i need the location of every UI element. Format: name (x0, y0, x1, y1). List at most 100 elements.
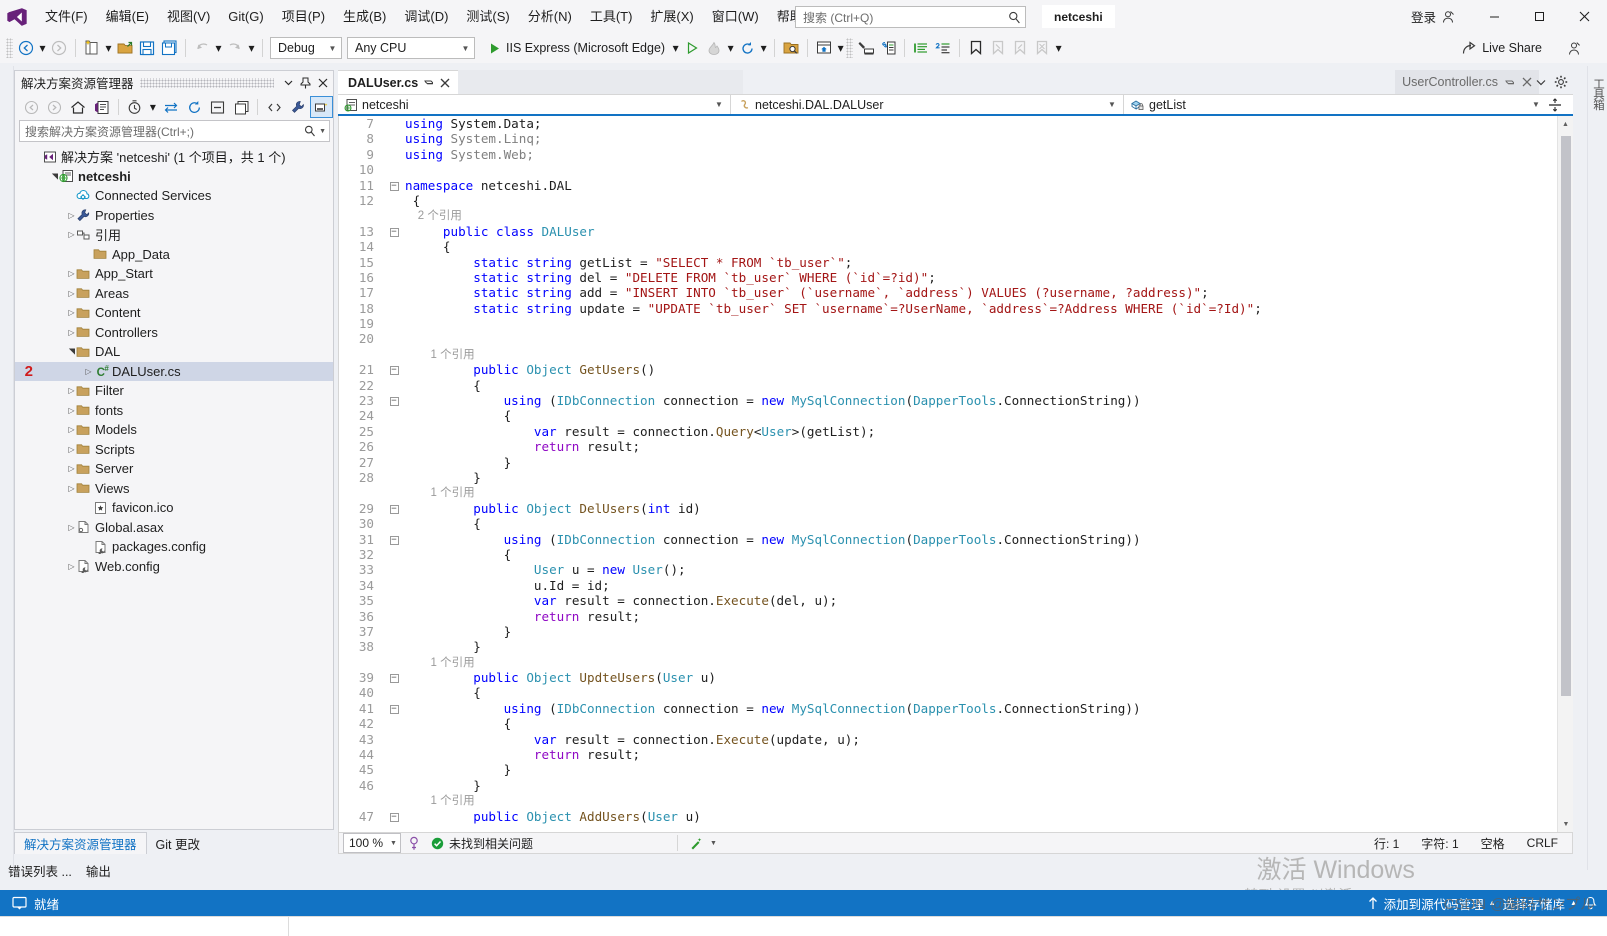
close-button[interactable] (1562, 0, 1607, 33)
code-line[interactable]: 10 (339, 162, 1557, 177)
expand-collapse-closed-icon[interactable]: ▷ (67, 269, 76, 278)
open-file-icon[interactable] (114, 36, 136, 60)
expand-collapse-closed-icon[interactable]: ▷ (67, 386, 76, 395)
code-line[interactable]: 18 static string update = "UPDATE `tb_us… (339, 301, 1557, 316)
code-map-icon[interactable] (407, 836, 421, 851)
code-line[interactable]: 29− public Object DelUsers(int id) (339, 501, 1557, 516)
nav-project-select[interactable]: netceshi ▼ (338, 95, 731, 114)
toolbar-grip-2[interactable] (846, 38, 854, 58)
tab-list-caret-icon[interactable] (1532, 72, 1549, 92)
expand-collapse-open-icon[interactable]: ◢ (50, 172, 59, 181)
expand-collapse-closed-icon[interactable]: ▷ (67, 484, 76, 493)
close-tab-icon[interactable] (1522, 77, 1532, 87)
expand-collapse-closed-icon[interactable]: ▷ (67, 425, 76, 434)
se-pending-changes-caret-icon[interactable]: ▾ (148, 95, 159, 119)
toolbox-autohide-tab[interactable]: 工具箱 (1590, 78, 1606, 198)
code-line[interactable]: 36 return result; (339, 609, 1557, 624)
solution-configuration-select[interactable]: Debug ▼ (270, 37, 342, 59)
issues-status[interactable]: 未找到相关问题 (427, 835, 537, 852)
menu-extensions[interactable]: 扩展(X) (641, 4, 702, 29)
toggle-bookmark-icon[interactable] (965, 36, 987, 60)
dock-tab-solution-explorer[interactable]: 解决方案资源管理器 (14, 832, 147, 854)
save-all-icon[interactable] (158, 36, 180, 60)
menu-debug[interactable]: 调试(D) (395, 4, 457, 29)
se-sync-with-editor-icon[interactable] (159, 96, 182, 118)
code-line[interactable]: 14 { (339, 239, 1557, 254)
se-collapse-all-icon[interactable] (206, 96, 229, 118)
se-pending-changes-icon[interactable] (124, 96, 147, 118)
solution-explorer-search-input[interactable]: 搜索解决方案资源管理器(Ctrl+;) ▼ (19, 120, 330, 142)
expand-collapse-closed-icon[interactable]: ▷ (67, 562, 76, 571)
undo-caret-icon[interactable]: ▾ (213, 36, 224, 60)
dock-tab-git-changes[interactable]: Git 更改 (147, 832, 209, 854)
status-right-group[interactable]: 添加到源代码管理 ▲ 选择存储库 ▲ (1367, 894, 1607, 913)
intellicode-status[interactable]: ▼ (686, 837, 721, 850)
left-autohide-tab-2[interactable] (1, 466, 13, 526)
code-line[interactable]: 13− public class DALUser (339, 224, 1557, 239)
tree-item-[interactable]: ▷ 引用 (15, 225, 333, 245)
fold-toggle-icon[interactable]: − (383, 178, 405, 193)
code-line[interactable]: 12 { (339, 193, 1557, 208)
code-line[interactable]: 43 var result = connection.Execute(updat… (339, 732, 1557, 747)
window-controls[interactable] (1472, 0, 1607, 33)
pin-tab-icon[interactable] (424, 77, 434, 88)
tree-item-properties[interactable]: ▷ Properties (15, 206, 333, 226)
select-repository-button[interactable]: 选择存储库 ▲ (1503, 894, 1577, 913)
code-line[interactable]: 45 } (339, 762, 1557, 777)
split-view-icon[interactable] (1548, 97, 1570, 112)
scrollbar-thumb[interactable] (1561, 136, 1571, 696)
fold-toggle-icon[interactable]: − (383, 393, 405, 408)
tree-item-web-config[interactable]: ▷ Web.config (15, 557, 333, 577)
code-line[interactable]: 34 u.Id = id; (339, 578, 1557, 593)
nav-type-select[interactable]: netceshi.DAL.DALUser ▼ (731, 95, 1124, 114)
hot-reload-caret-icon[interactable]: ▾ (725, 36, 736, 60)
tree-item-app-data[interactable]: App_Data (15, 245, 333, 265)
menu-test[interactable]: 测试(S) (457, 4, 518, 29)
menu-build[interactable]: 生成(B) (334, 4, 395, 29)
sign-in-button[interactable]: 登录 (1411, 7, 1455, 26)
tree-item-filter[interactable]: ▷ Filter (15, 381, 333, 401)
expand-collapse-closed-icon[interactable]: ▷ (67, 464, 76, 473)
expand-collapse-closed-icon[interactable]: ▷ (67, 211, 76, 220)
fold-toggle-icon[interactable]: − (383, 701, 405, 716)
se-home-icon[interactable] (67, 96, 90, 118)
expand-collapse-closed-icon[interactable]: ▷ (67, 328, 76, 337)
expand-collapse-closed-icon[interactable]: ▷ (67, 445, 76, 454)
line-ending-status[interactable]: CRLF (1527, 836, 1558, 850)
fold-toggle-icon[interactable]: − (383, 670, 405, 685)
code-line[interactable]: 46 } (339, 778, 1557, 793)
nav-member-select[interactable]: getList ▼ (1124, 95, 1573, 114)
solution-platform-select[interactable]: Any CPU ▼ (347, 37, 475, 59)
code-line[interactable]: 47− public Object AddUsers(User u) (339, 809, 1557, 824)
lower-tab-output[interactable]: 输出 (86, 861, 111, 880)
fold-toggle-icon[interactable]: − (383, 362, 405, 377)
code-line[interactable]: 39− public Object UpdteUsers(User u) (339, 670, 1557, 685)
navigate-back-caret-icon[interactable]: ▾ (37, 36, 48, 60)
lower-dock-tabs[interactable]: 错误列表 ... 输出 (0, 856, 334, 884)
caret-up-icon[interactable]: ▲ (1570, 900, 1577, 907)
expand-collapse-closed-icon[interactable]: ▷ (67, 308, 76, 317)
menu-window[interactable]: 窗口(W) (703, 4, 768, 29)
menu-tools[interactable]: 工具(T) (581, 4, 642, 29)
window-list-caret-icon[interactable]: ▾ (835, 36, 846, 60)
solution-tree[interactable]: 解决方案 'netceshi' (1 个项目，共 1 个) ◢ netceshi Co… (15, 142, 333, 829)
code-line[interactable]: 16 static string del = "DELETE FROM `tb_… (339, 270, 1557, 285)
code-line[interactable]: 21− public Object GetUsers() (339, 362, 1557, 377)
close-tab-icon[interactable] (440, 78, 450, 88)
expand-collapse-closed-icon[interactable]: ▷ (84, 367, 93, 376)
code-line[interactable]: 38 } (339, 639, 1557, 654)
code-line[interactable]: 40 { (339, 685, 1557, 700)
code-line[interactable]: 37 } (339, 624, 1557, 639)
expand-collapse-closed-icon[interactable]: ▷ (67, 406, 76, 415)
se-view-code-icon[interactable] (263, 96, 286, 118)
code-line[interactable]: 9 using System.Web; (339, 147, 1557, 162)
code-line[interactable]: 26 return result; (339, 439, 1557, 454)
indentation-status[interactable]: 空格 (1481, 835, 1505, 852)
code-line[interactable]: 32 { (339, 547, 1557, 562)
tree-item-controllers[interactable]: ▷ Controllers (15, 323, 333, 343)
code-line[interactable]: 25 var result = connection.Query<User>(g… (339, 424, 1557, 439)
properties-window-icon[interactable] (855, 36, 877, 60)
new-project-caret-icon[interactable]: ▾ (103, 36, 114, 60)
code-line[interactable]: 17 static string add = "INSERT INTO `tb_… (339, 285, 1557, 300)
code-line[interactable]: 22 { (339, 378, 1557, 393)
